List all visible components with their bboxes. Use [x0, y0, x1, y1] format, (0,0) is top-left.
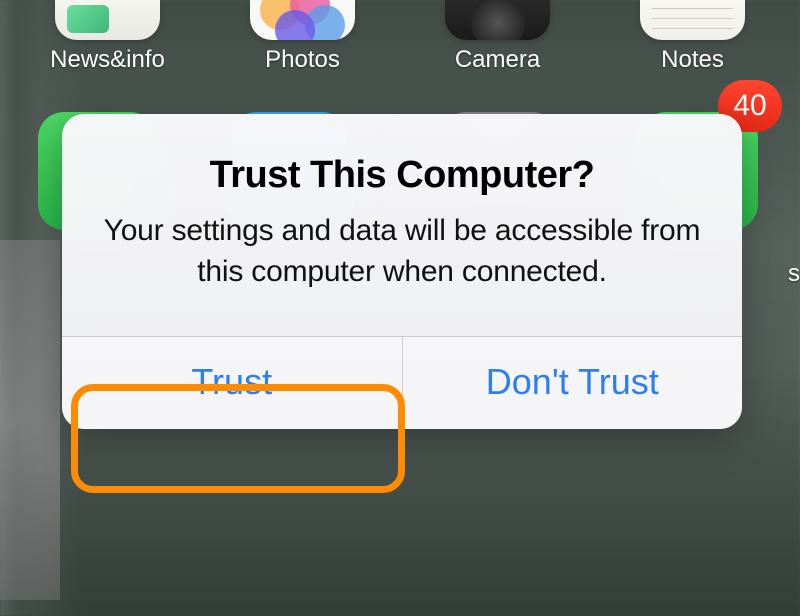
alert-title: Trust This Computer?	[92, 154, 712, 197]
alert-body: Trust This Computer? Your settings and d…	[62, 114, 742, 336]
dont-trust-button[interactable]: Don't Trust	[402, 337, 743, 429]
alert-overlay: Trust This Computer? Your settings and d…	[0, 0, 800, 616]
alert-message: Your settings and data will be accessibl…	[92, 211, 712, 292]
trust-computer-alert: Trust This Computer? Your settings and d…	[62, 114, 742, 429]
trust-button[interactable]: Trust	[62, 337, 402, 429]
alert-button-row: Trust Don't Trust	[62, 336, 742, 429]
